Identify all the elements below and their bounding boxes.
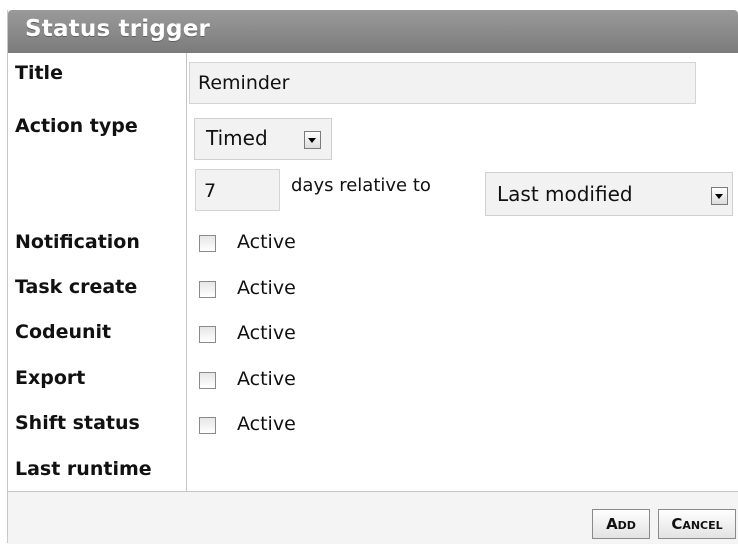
export-label: Export (15, 367, 86, 389)
action-type-label: Action type (15, 115, 138, 137)
cancel-button[interactable]: Cancel (658, 509, 736, 539)
status-trigger-dialog: Status trigger Title Action type Notific… (7, 10, 738, 544)
relative-to-value: Last modified (497, 182, 633, 206)
dialog-footer: Add Cancel (8, 491, 738, 544)
title-input[interactable]: Reminder (189, 62, 696, 104)
shift-status-label: Shift status (15, 412, 140, 434)
dialog-titlebar: Status trigger (8, 10, 738, 53)
relative-to-select[interactable]: Last modified (485, 172, 733, 216)
days-input[interactable]: 7 (195, 169, 280, 211)
action-type-value: Timed (206, 126, 268, 150)
add-button[interactable]: Add (592, 509, 650, 539)
codeunit-label: Codeunit (15, 321, 112, 343)
chevron-down-icon[interactable] (304, 131, 321, 149)
codeunit-active-label: Active (237, 322, 296, 344)
shift-status-active-label: Active (237, 413, 296, 435)
last-runtime-label: Last runtime (15, 458, 152, 480)
notification-active-label: Active (237, 231, 296, 253)
export-active-label: Active (237, 368, 296, 390)
label-column: Title Action type Notification Task crea… (8, 53, 187, 501)
task-create-active-checkbox[interactable] (199, 281, 216, 298)
export-active-checkbox[interactable] (199, 372, 216, 389)
days-relative-text: days relative to (291, 175, 431, 196)
action-type-select[interactable]: Timed (194, 118, 332, 160)
dialog-title: Status trigger (25, 16, 211, 42)
chevron-down-icon[interactable] (711, 187, 728, 205)
task-create-active-label: Active (237, 277, 296, 299)
shift-status-active-checkbox[interactable] (199, 417, 216, 434)
task-create-label: Task create (15, 276, 138, 298)
title-label: Title (15, 62, 63, 84)
notification-active-checkbox[interactable] (199, 235, 216, 252)
notification-label: Notification (15, 231, 140, 253)
codeunit-active-checkbox[interactable] (199, 326, 216, 343)
